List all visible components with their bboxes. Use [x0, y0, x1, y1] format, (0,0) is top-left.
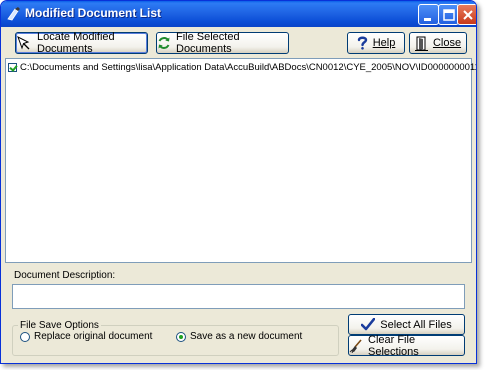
broom-icon — [349, 338, 362, 353]
save-as-new-label[interactable]: Save as a new document — [190, 331, 302, 342]
document-description-field[interactable] — [12, 284, 465, 309]
window-title: Modified Document List — [25, 6, 161, 20]
clear-file-selections-button[interactable]: Clear File Selections — [348, 333, 465, 358]
locate-label: Locate Modified Documents — [37, 31, 115, 55]
file-selected-label: File Selected Documents — [176, 31, 240, 55]
save-as-new-radio[interactable] — [176, 332, 186, 342]
minimize-button[interactable] — [418, 4, 439, 25]
list-item[interactable]: C:\Documents and Settings\lisa\Applicati… — [8, 62, 477, 73]
file-save-options-legend: File Save Options — [18, 320, 101, 331]
document-path: C:\Documents and Settings\lisa\Applicati… — [20, 62, 477, 73]
close-button[interactable]: Close — [409, 32, 467, 54]
help-button[interactable]: Help — [347, 32, 405, 54]
locate-modified-documents-button[interactable]: Locate Modified Documents — [15, 31, 148, 55]
door-exit-icon — [414, 36, 428, 51]
minimize-icon — [424, 18, 431, 21]
locate-pointer-icon — [17, 36, 30, 50]
close-window-button[interactable] — [457, 4, 476, 25]
document-list[interactable]: C:\Documents and Settings\lisa\Applicati… — [5, 58, 476, 263]
select-all-files-button[interactable]: Select All Files — [348, 314, 465, 335]
close-label: Close — [432, 37, 462, 49]
document-checkbox[interactable] — [8, 63, 17, 72]
clear-selections-label: Clear File Selections — [368, 333, 419, 358]
replace-original-radio[interactable] — [20, 332, 30, 342]
title-bar[interactable]: Modified Document List — [1, 1, 476, 27]
checkmark-icon — [361, 318, 376, 331]
document-description-label: Document Description: — [14, 270, 116, 281]
refresh-arrows-icon — [158, 37, 170, 49]
maximize-button[interactable] — [438, 4, 459, 25]
help-label: Help — [372, 37, 396, 49]
select-all-label: Select All Files — [380, 318, 452, 331]
file-selected-documents-button[interactable]: File Selected Documents — [156, 31, 289, 55]
app-icon — [7, 7, 20, 21]
help-question-icon — [357, 36, 367, 50]
replace-original-label[interactable]: Replace original document — [34, 331, 152, 342]
modified-document-list-window: Modified Document List Locate Modified D… — [0, 0, 477, 364]
close-icon — [463, 10, 473, 20]
